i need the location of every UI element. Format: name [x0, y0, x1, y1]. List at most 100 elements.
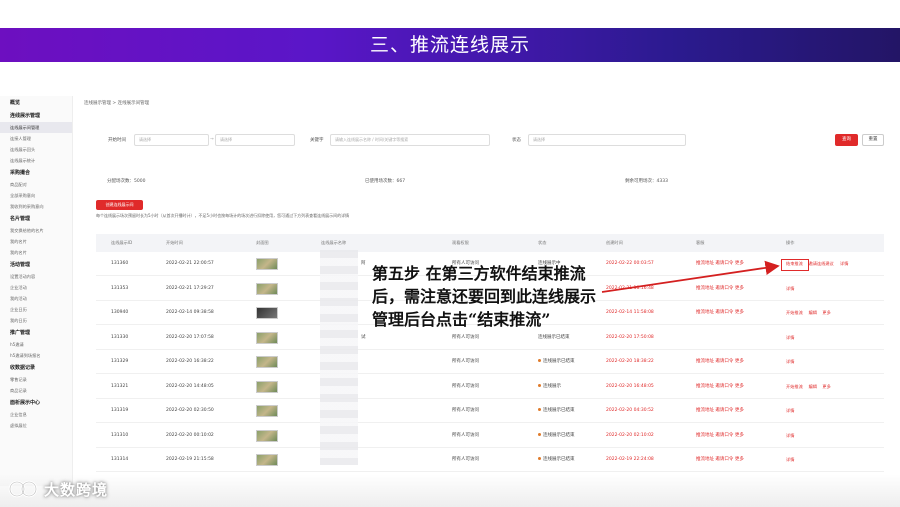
sidebar-item[interactable]: 企业活动 [0, 282, 72, 293]
sidebar-item[interactable]: 设置活动内容 [0, 271, 72, 282]
service-links[interactable]: 推流地址 邀请口令 更多 [696, 399, 744, 423]
room-status-text: 连线展示已结束 [543, 432, 575, 438]
row-action-link[interactable]: 更多 [822, 375, 830, 399]
room-status-text: 连线展示已结束 [543, 408, 575, 413]
room-id: 130940 [111, 310, 129, 315]
keyword-input[interactable]: 请输入连线展示名称 / 时间/关键字等搜索 [330, 134, 490, 146]
end-date-input[interactable]: 请选择 [215, 134, 295, 146]
callout-line-1: 第五步 在第三方软件结束推流 [372, 264, 586, 283]
cover-thumbnail [256, 380, 278, 393]
service-links[interactable]: 推流地址 邀请口令 更多 [696, 375, 744, 399]
row-action-link[interactable]: 详情 [786, 424, 794, 448]
table-row: 131321 2022-02-20 14:48:05 所有人可访问 连线展示 2022-… [96, 375, 884, 399]
sidebar-item[interactable]: 连线展示间管理 [0, 122, 72, 133]
service-links[interactable]: 推流地址 邀请口令 更多 [696, 424, 744, 448]
sidebar-section-title[interactable]: 推广管理 [0, 328, 72, 339]
sidebar-item[interactable]: 我交换给他的名片 [0, 225, 72, 236]
room-id: 131310 [111, 432, 129, 438]
room-status: 连线展示已结束 [538, 448, 575, 472]
sidebar-item[interactable]: 全部采购意向 [0, 190, 72, 201]
row-action-link[interactable]: 详情 [786, 350, 794, 374]
room-status-text: 连线展示 [543, 383, 561, 389]
cover-thumbnail [256, 258, 278, 270]
start-date-input[interactable]: 请选择 [134, 134, 209, 146]
status-select[interactable]: 请选择 [528, 134, 686, 146]
sidebar-item[interactable]: 商品记录 [0, 385, 72, 396]
view-permission: 所有人可访问 [452, 432, 479, 438]
row-action-link[interactable]: 编辑 [809, 301, 817, 325]
banner-title: 三、推流连线展示 [369, 34, 530, 56]
row-action-link[interactable]: 邀请连线建议 [809, 252, 834, 276]
table-header: 连线展示ID 开始时间 封面图 连线展示名称 观看权限 状态 创建时间 客服 操作 [96, 234, 884, 252]
reset-button[interactable]: 重置 [862, 134, 884, 146]
sidebar-section-title[interactable]: 概览 [0, 98, 72, 109]
view-permission: 所有人可访问 [452, 383, 479, 389]
service-links[interactable]: 推流地址 邀请口令 更多 [696, 448, 744, 472]
room-id: 131314 [111, 457, 129, 462]
sidebar-item[interactable]: h5邀请到场报名 [0, 350, 72, 361]
row-action-link[interactable]: 更多 [822, 301, 830, 325]
start-time: 2022-02-21 17:29:27 [166, 285, 214, 291]
sidebar-item[interactable]: 商品配对 [0, 179, 72, 190]
sidebar-section-title[interactable]: 名片管理 [0, 214, 72, 225]
sidebar-item[interactable]: 连接人管理 [0, 133, 72, 144]
sidebar-item[interactable]: 我收到的采购意向 [0, 201, 72, 212]
sidebar-section-title[interactable]: 活动管理 [0, 260, 72, 271]
sidebar-section-title[interactable]: 连线展示管理 [0, 111, 72, 122]
room-status: 连线展示已结束 [538, 424, 575, 448]
stat-total: 分配场次数：5000 [107, 179, 146, 184]
query-button[interactable]: 查询 [835, 134, 858, 146]
room-id: 131329 [111, 359, 129, 364]
created-time: 2022-02-20 18:38:22 [606, 359, 654, 364]
table-row: 131329 2022-02-20 16:38:22 所有人可访问 连线展示已结束 20… [96, 350, 884, 374]
sidebar-item[interactable]: 虚拟展位 [0, 420, 72, 431]
row-action-link[interactable]: 详情 [786, 448, 794, 472]
sidebar-item[interactable]: 我的名片 [0, 236, 72, 247]
sidebar-item[interactable]: h5邀请 [0, 339, 72, 350]
row-action-link[interactable]: 开始推流 [786, 301, 803, 325]
sidebar-item[interactable]: 我的名片 [0, 247, 72, 258]
sidebar-item[interactable]: 零售记录 [0, 374, 72, 385]
row-action-link[interactable]: 详情 [786, 399, 794, 423]
callout-line-2: 后，需注意还要回到此连线展示 [372, 287, 597, 306]
created-time: 2022-02-20 02:10:02 [606, 432, 654, 438]
sidebar-section-title[interactable]: 采购撮合 [0, 168, 72, 179]
breadcrumb: 连线展示管理 > 连线展示间管理 [84, 101, 150, 106]
cover-thumbnail [256, 282, 278, 295]
column-header: 状态 [538, 240, 547, 245]
row-action-link[interactable]: 详情 [786, 326, 794, 350]
sidebar-item[interactable]: 企业日历 [0, 304, 72, 315]
status-dot-icon [538, 408, 541, 411]
blurred-column [320, 250, 358, 465]
row-action-link[interactable]: 开始推流 [786, 375, 803, 399]
create-room-button[interactable]: 创建连线展示间 [96, 200, 143, 210]
column-header: 连线展示ID [111, 240, 133, 245]
sidebar-item[interactable]: 我的日历 [0, 315, 72, 326]
created-time: 2022-02-20 16:48:05 [606, 383, 654, 389]
title-banner: 三、推流连线展示 [0, 28, 900, 62]
sidebar-item[interactable]: 连线展示回头 [0, 144, 72, 155]
service-links[interactable]: 推流地址 邀请口令 更多 [696, 350, 744, 374]
view-permission: 所有人可访问 [452, 457, 479, 462]
view-permission: 所有人可访问 [452, 408, 479, 413]
callout-line-3: 管理后台点击“结束推流” [372, 310, 551, 329]
sidebar-item[interactable]: 我的活动 [0, 293, 72, 304]
start-time: 2022-02-20 16:38:22 [166, 359, 214, 364]
start-time: 2022-02-19 21:15:58 [166, 457, 214, 462]
row-action-link[interactable]: 详情 [786, 277, 794, 301]
sidebar-section-title[interactable]: 收数据记录 [0, 363, 72, 374]
status-dot-icon [538, 383, 541, 387]
table-row: 131314 2022-02-19 21:15:58 所有人可访问 连线展示已结束 20… [96, 448, 884, 472]
row-action-link[interactable]: 编辑 [809, 375, 817, 399]
service-links[interactable]: 推流地址 邀请口令 更多 [696, 301, 744, 325]
sidebar-item[interactable]: 连线展示统计 [0, 155, 72, 166]
cover-thumbnail [256, 331, 278, 344]
start-time: 2022-02-20 00:10:02 [166, 432, 214, 438]
start-time: 2022-02-20 02:30:50 [166, 408, 214, 413]
sidebar-item[interactable]: 企业信息 [0, 409, 72, 420]
room-status: 连线展示 [538, 375, 561, 399]
room-name: 试 [361, 334, 366, 340]
sidebar-section-title[interactable]: 面析展示中心 [0, 398, 72, 409]
row-action-link[interactable]: 详情 [840, 252, 848, 276]
room-id: 131319 [111, 408, 129, 413]
